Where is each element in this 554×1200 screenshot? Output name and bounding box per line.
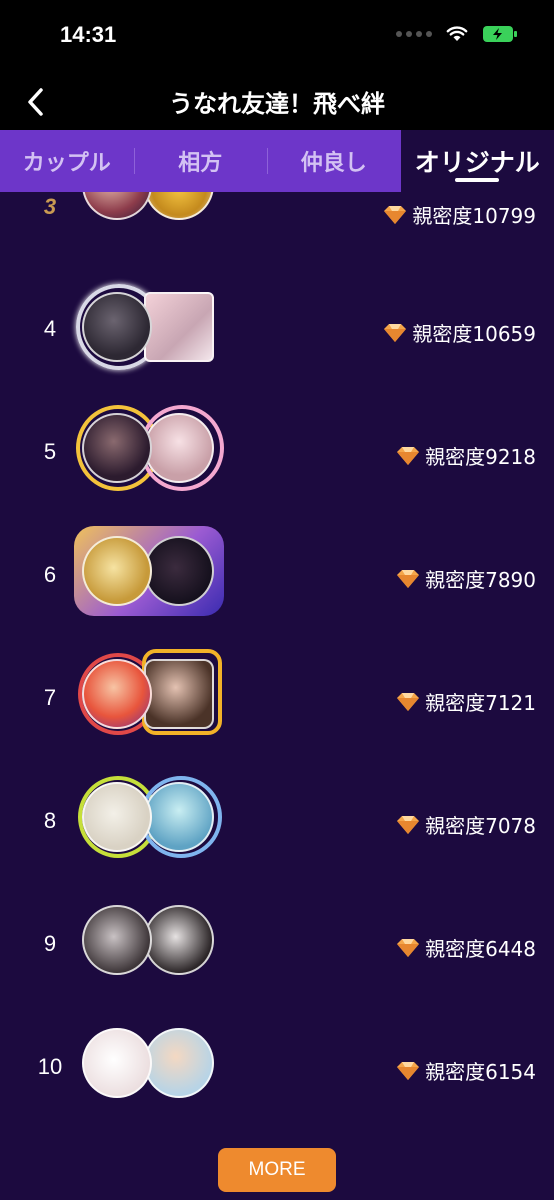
avatar xyxy=(82,292,152,362)
intimacy-score: 親密度7121 xyxy=(395,687,536,716)
diamond-icon xyxy=(384,323,407,342)
signal-icon xyxy=(396,31,432,37)
intimacy-label: 親密度10799 xyxy=(412,204,536,228)
avatar xyxy=(144,782,214,852)
intimacy-score: 親密度10659 xyxy=(382,318,536,347)
pair-avatars xyxy=(78,649,222,739)
tab-couple[interactable]: カップル xyxy=(0,130,134,192)
pair-avatars xyxy=(76,405,224,493)
intimacy-score: 親密度7078 xyxy=(395,810,536,839)
intimacy-score: 親密度9218 xyxy=(395,441,536,470)
ranking-row[interactable]: 6 親密度7890 xyxy=(0,514,554,634)
wifi-icon xyxy=(446,26,468,41)
diamond-icon xyxy=(397,446,420,465)
page-title: うなれ友達！飛べ絆 xyxy=(169,90,385,118)
intimacy-label: 親密度7121 xyxy=(425,691,536,715)
intimacy-label: 親密度7890 xyxy=(425,568,536,592)
ranking-row[interactable]: 8 親密度7078 xyxy=(0,760,554,880)
diamond-icon xyxy=(397,1061,420,1080)
intimacy-label: 親密度10659 xyxy=(412,322,536,346)
rank-number: 7 xyxy=(43,685,57,710)
pair-avatars xyxy=(78,776,222,862)
rank-number: 9 xyxy=(43,931,57,956)
avatar xyxy=(82,782,152,852)
intimacy-score: 親密度7890 xyxy=(395,564,536,593)
rank-number: 8 xyxy=(43,808,57,833)
pair-avatars xyxy=(74,526,224,616)
avatar xyxy=(82,659,152,729)
tab-friends[interactable]: 仲良し xyxy=(267,130,401,192)
avatar xyxy=(82,536,152,606)
tab-label: オリジナル xyxy=(414,148,540,177)
tab-original[interactable]: オリジナル xyxy=(400,130,554,192)
more-button[interactable]: MORE xyxy=(218,1148,336,1192)
ranking-list: 3 親密度10799 4 親密度10659 5 親密度9218 6 親密度789… xyxy=(0,192,554,1200)
diamond-icon xyxy=(384,205,407,224)
ranking-row[interactable]: 10 親密度6154 xyxy=(0,1006,554,1126)
tab-partner[interactable]: 相方 xyxy=(133,130,268,192)
intimacy-score: 親密度6154 xyxy=(395,1056,536,1085)
pair-avatars xyxy=(76,284,222,372)
avatar xyxy=(82,1028,152,1098)
battery-charging-icon xyxy=(483,26,517,42)
avatar xyxy=(144,1028,214,1098)
rank-number: 6 xyxy=(43,562,57,587)
rank-number: 10 xyxy=(37,1054,63,1079)
nav-bar: うなれ友達！飛べ絆 xyxy=(0,72,554,130)
avatar xyxy=(144,292,214,362)
ranking-row[interactable]: 7 親密度7121 xyxy=(0,637,554,757)
pair-avatars xyxy=(82,905,222,985)
ranking-row[interactable]: 9 親密度6448 xyxy=(0,883,554,1003)
intimacy-label: 親密度6448 xyxy=(425,937,536,961)
intimacy-label: 親密度6154 xyxy=(425,1060,536,1084)
tab-bar: カップル 相方 仲良し オリジナル xyxy=(0,130,554,192)
diamond-icon xyxy=(397,938,420,957)
pair-avatars xyxy=(82,1028,222,1108)
avatar xyxy=(144,192,214,220)
avatar xyxy=(82,192,152,220)
tab-label: カップル xyxy=(22,151,111,176)
intimacy-score: 親密度10799 xyxy=(382,200,536,229)
rank-number: 5 xyxy=(43,439,57,464)
ranking-row[interactable]: 5 親密度9218 xyxy=(0,391,554,511)
status-time: 14:31 xyxy=(60,22,117,47)
active-tab-indicator xyxy=(455,178,500,182)
ranking-row[interactable]: 4 親密度10659 xyxy=(0,268,554,388)
avatar xyxy=(144,905,214,975)
intimacy-label: 親密度7078 xyxy=(425,814,536,838)
tab-label: 仲良し xyxy=(300,151,367,176)
avatar xyxy=(144,659,214,729)
ranking-row[interactable]: 3 親密度10799 xyxy=(0,192,554,250)
pair-avatars xyxy=(82,192,222,230)
diamond-icon xyxy=(397,815,420,834)
rank-number: 4 xyxy=(43,316,57,341)
diamond-icon xyxy=(397,569,420,588)
rank-number: 3 xyxy=(43,194,57,219)
tab-label: 相方 xyxy=(178,151,223,176)
intimacy-label: 親密度9218 xyxy=(425,445,536,469)
avatar xyxy=(144,536,214,606)
avatar xyxy=(144,413,214,483)
avatar xyxy=(82,905,152,975)
status-icons xyxy=(396,24,518,44)
intimacy-score: 親密度6448 xyxy=(395,933,536,962)
avatar xyxy=(82,413,152,483)
status-bar: 14:31 xyxy=(0,0,554,72)
diamond-icon xyxy=(397,692,420,711)
